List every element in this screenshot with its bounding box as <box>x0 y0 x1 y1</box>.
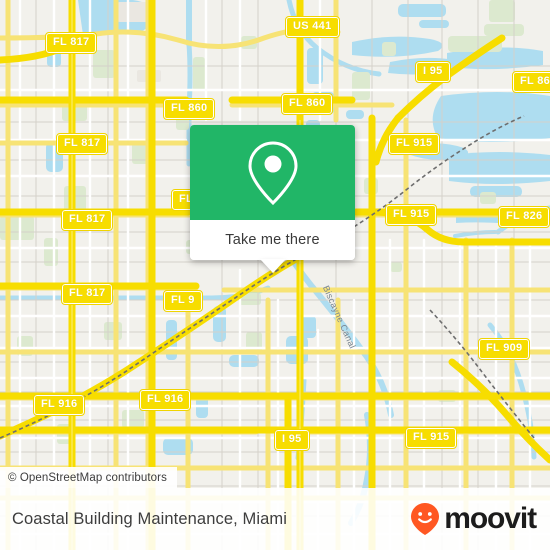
take-me-there-label: Take me there <box>225 232 320 248</box>
place-title: Coastal Building Maintenance, Miami <box>12 509 287 528</box>
road-shield[interactable]: I 95 <box>415 61 451 83</box>
moovit-smiley-pin-icon <box>410 502 440 536</box>
road-shield[interactable]: FL 9 <box>163 290 203 312</box>
attribution-text: © OpenStreetMap contributors <box>8 471 167 484</box>
road-shield[interactable]: I 95 <box>274 429 310 451</box>
road-shield[interactable]: FL 916 <box>138 389 192 411</box>
road-shield[interactable]: FL 916 <box>32 394 86 416</box>
moovit-logo[interactable]: moovit <box>410 502 537 536</box>
road-shield[interactable]: FL 915 <box>387 133 441 155</box>
road-shield[interactable]: FL 915 <box>404 427 458 449</box>
footer-bar: Coastal Building Maintenance, Miami moov… <box>0 488 550 550</box>
road-shield[interactable]: FL 915 <box>384 204 438 226</box>
road-shield[interactable]: FL 860 <box>280 93 334 115</box>
road-shield[interactable]: FL 817 <box>44 32 98 54</box>
road-shield[interactable]: FL 826 <box>497 206 550 228</box>
road-shield[interactable]: FL 817 <box>60 209 114 231</box>
location-popup-card[interactable]: Take me there <box>190 125 355 273</box>
popup-pointer <box>259 259 286 273</box>
take-me-there-button[interactable]: Take me there <box>190 220 355 260</box>
popup-pin-panel <box>190 125 355 220</box>
road-shield[interactable]: US 441 <box>285 16 340 38</box>
road-shield[interactable]: FL 860 <box>511 71 550 93</box>
map-attribution[interactable]: © OpenStreetMap contributors <box>0 467 177 488</box>
road-shield[interactable]: FL 817 <box>55 133 109 155</box>
road-shield[interactable]: FL 817 <box>60 283 114 305</box>
moovit-wordmark: moovit <box>444 502 537 535</box>
map-pin-icon <box>247 140 299 206</box>
map-screenshot: Biscayne Canal FL 817 US 441 I 95 FL 860… <box>0 0 550 550</box>
road-shield[interactable]: FL 860 <box>162 98 216 120</box>
road-shield[interactable]: FL 909 <box>477 338 531 360</box>
